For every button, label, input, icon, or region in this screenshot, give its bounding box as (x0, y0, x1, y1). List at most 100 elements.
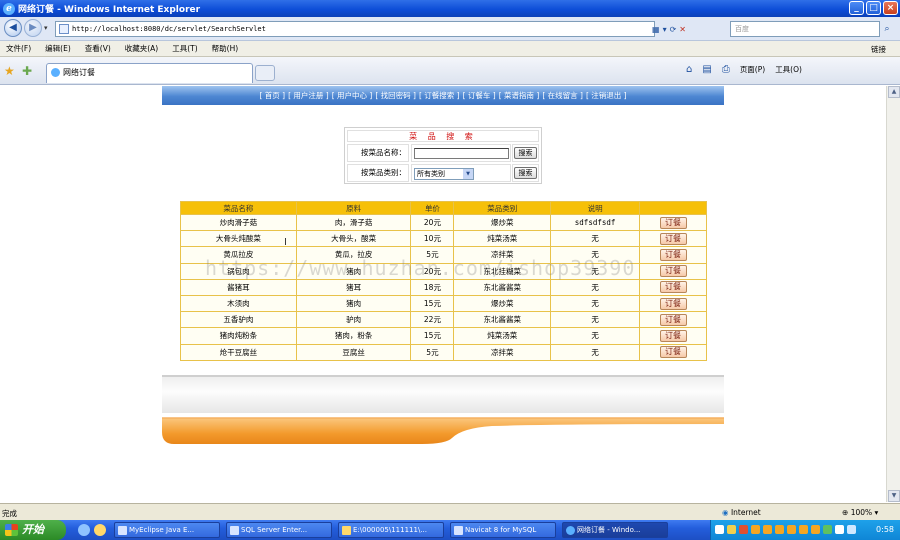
quick-launch-ie-icon[interactable] (78, 524, 90, 536)
task-navicat[interactable]: Navicat 8 for MySQL (450, 522, 556, 538)
close-button[interactable]: × (883, 1, 898, 15)
history-dropdown-icon[interactable]: ▾ (44, 24, 48, 32)
search-input[interactable]: 百度 (730, 21, 880, 37)
order-button[interactable]: 订餐 (659, 297, 687, 310)
task-ie-active[interactable]: 网络订餐 - Windo... (562, 522, 668, 538)
tab-active[interactable]: 网络订餐 (46, 63, 253, 83)
dish-name-input[interactable] (414, 148, 509, 159)
cell-description: sdfsdfsdf (550, 213, 641, 232)
name-label: 按菜品名称： (347, 144, 409, 162)
scroll-down-icon[interactable]: ▼ (888, 490, 900, 502)
start-button[interactable]: 开始 (0, 520, 66, 540)
task-label: MyEclipse Java E... (129, 526, 195, 534)
tray-qq-icon[interactable] (775, 525, 784, 534)
task-explorer-folder[interactable]: E:\000005\111111\... (338, 522, 444, 538)
cell-dish-name: 酱猪耳 (180, 278, 297, 296)
clock: 0:58 (876, 525, 894, 534)
order-button[interactable]: 订餐 (659, 232, 687, 245)
new-tab-button[interactable] (255, 65, 275, 81)
menu-tools[interactable]: 工具(T) (172, 43, 197, 54)
feeds-icon[interactable]: ▤ (702, 64, 711, 75)
status-bar: 完成 ◉ Internet ⊕ 100% ▾ (0, 503, 900, 520)
nav-recover-password[interactable]: [ 找回密码 ] (375, 90, 416, 101)
category-select[interactable]: 所有类别 ▼ (414, 168, 474, 180)
page-menu[interactable]: 页面(P) (740, 64, 765, 75)
zoom-dropdown-icon[interactable]: ▾ (875, 508, 879, 517)
menu-favorites[interactable]: 收藏夹(A) (125, 43, 158, 54)
tray-qq-icon[interactable] (751, 525, 760, 534)
tray-app-icon[interactable] (727, 525, 736, 534)
nav-message[interactable]: [ 在线留言 ] (542, 90, 583, 101)
back-arrow-icon[interactable]: ◀ (4, 19, 22, 37)
menu-edit[interactable]: 编辑(E) (45, 43, 71, 54)
tray-qq-icon[interactable] (811, 525, 820, 534)
tray-ime-icon[interactable] (847, 525, 856, 534)
order-button[interactable]: 订餐 (659, 329, 687, 342)
cell-category: 凉拌菜 (453, 343, 552, 361)
tray-qq-icon[interactable] (799, 525, 808, 534)
forward-arrow-icon[interactable]: ▶ (24, 19, 42, 37)
home-icon[interactable]: ⌂ (686, 64, 692, 75)
stop-icon[interactable]: ✕ (679, 25, 686, 34)
search-by-category-button[interactable]: 搜索 (514, 167, 537, 179)
folder-icon (342, 526, 351, 535)
cell-price: 5元 (410, 343, 455, 361)
task-myeclipse[interactable]: MyEclipse Java E... (114, 522, 220, 538)
minimize-button[interactable]: _ (849, 1, 864, 15)
window-title-bar: e 网络订餐 - Windows Internet Explorer _ □ × (0, 0, 900, 17)
cell-dish-name: 炒肉滑子菇 (180, 213, 297, 232)
print-icon[interactable]: ⎙ (722, 64, 730, 75)
nav-logout[interactable]: [ 注销退出 ] (586, 90, 627, 101)
menu-file[interactable]: 文件(F) (6, 43, 31, 54)
cell-description: 无 (550, 230, 641, 248)
order-button[interactable]: 订餐 (659, 313, 687, 326)
nav-home[interactable]: [ 首页 ] (259, 90, 285, 101)
nav-cart[interactable]: [ 订餐车 ] (463, 90, 496, 101)
tray-app-icon[interactable] (823, 525, 832, 534)
order-button[interactable]: 订餐 (659, 346, 687, 359)
nav-recipe-guide[interactable]: [ 菜谱指南 ] (499, 90, 540, 101)
nav-user-center[interactable]: [ 用户中心 ] (332, 90, 373, 101)
tray-qq-icon[interactable] (763, 525, 772, 534)
cell-action: 订餐 (639, 213, 707, 232)
menu-view[interactable]: 查看(V) (85, 43, 111, 54)
nav-register[interactable]: [ 用户注册 ] (288, 90, 329, 101)
tools-menu[interactable]: 工具(O) (775, 64, 802, 75)
nav-order-search[interactable]: [ 订餐搜索 ] (419, 90, 460, 101)
tray-network-icon[interactable] (715, 525, 724, 534)
tray-volume-icon[interactable] (835, 525, 844, 534)
search-icon[interactable]: ⌕ (878, 21, 896, 37)
cell-description: 无 (550, 343, 641, 361)
favorites-star-icon[interactable]: ★ (4, 64, 15, 78)
links-label[interactable]: 链接 (871, 44, 886, 55)
order-button[interactable]: 订餐 (659, 281, 687, 294)
tray-security-icon[interactable] (739, 525, 748, 534)
start-label: 开始 (22, 523, 44, 536)
address-dropdown-icon[interactable]: ▾ (663, 25, 667, 34)
search-by-name-button[interactable]: 搜索 (514, 147, 537, 159)
quick-launch-desktop-icon[interactable] (94, 524, 106, 536)
address-url: http://localhost:8080/dc/servlet/SearchS… (72, 25, 266, 33)
order-button[interactable]: 订餐 (659, 265, 687, 278)
cell-action: 订餐 (639, 246, 707, 264)
cell-action: 订餐 (639, 343, 707, 361)
chevron-down-icon[interactable]: ▼ (463, 169, 473, 179)
tray-qq-icon[interactable] (787, 525, 796, 534)
refresh-icon[interactable]: ⟳ (670, 25, 677, 34)
task-sqlserver[interactable]: SQL Server Enter... (226, 522, 332, 538)
menu-help[interactable]: 帮助(H) (212, 43, 239, 54)
cell-price: 20元 (410, 213, 455, 232)
zoom-level[interactable]: ⊕ 100% ▾ (842, 508, 878, 517)
security-zone: ◉ Internet (722, 508, 832, 517)
address-tools: ▦ ▾ ⟳ ✕ (652, 21, 730, 37)
compat-view-icon[interactable]: ▦ (652, 25, 660, 34)
maximize-button[interactable]: □ (866, 1, 881, 15)
add-favorite-icon[interactable]: ✚ (22, 64, 32, 78)
tab-bar: ★ ✚ 网络订餐 ⌂ ▤ ⎙ 页面(P) 工具(O) (0, 57, 900, 85)
address-input[interactable]: http://localhost:8080/dc/servlet/SearchS… (55, 21, 655, 37)
zone-label: Internet (730, 508, 761, 517)
scroll-up-icon[interactable]: ▲ (888, 86, 900, 98)
vertical-scrollbar[interactable]: ▲ ▼ (886, 86, 900, 502)
order-button[interactable]: 订餐 (659, 216, 687, 229)
order-button[interactable]: 订餐 (659, 248, 687, 261)
